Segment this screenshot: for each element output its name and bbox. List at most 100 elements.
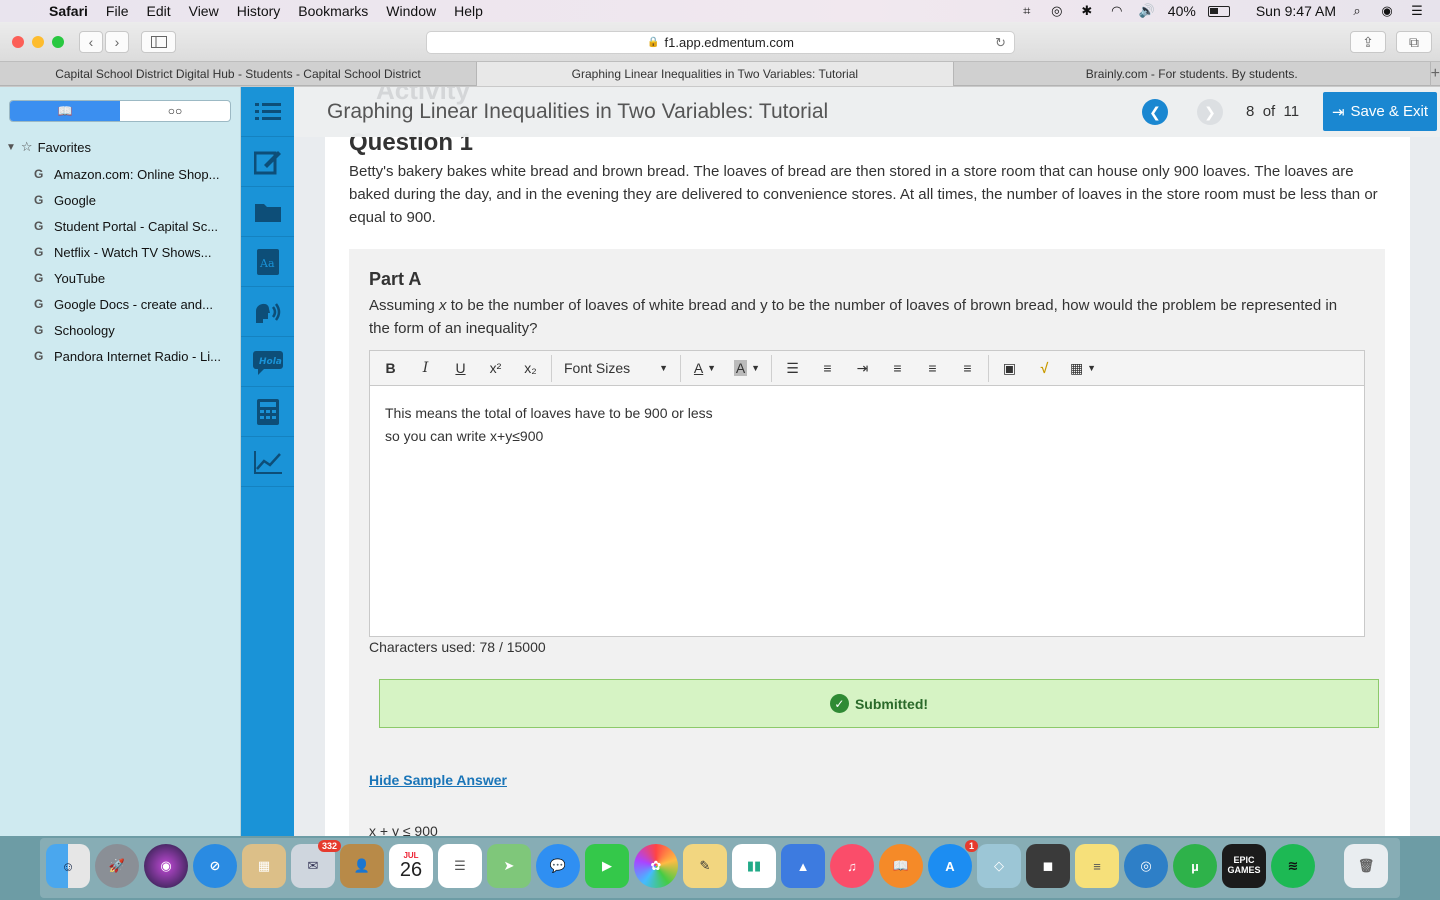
photos-icon[interactable]: ✿ <box>634 844 678 888</box>
menu-history[interactable]: History <box>228 3 290 19</box>
keynote-icon[interactable]: ▲ <box>781 844 825 888</box>
indent-button[interactable]: ⇥ <box>846 355 879 382</box>
minimize-window-button[interactable] <box>32 36 44 48</box>
safari-icon[interactable]: ⊘ <box>193 844 237 888</box>
graphing-tool-button[interactable] <box>241 437 294 487</box>
underline-button[interactable]: U <box>444 355 477 382</box>
calendar-icon[interactable]: JUL 26 <box>389 844 433 888</box>
contacts-icon[interactable]: 👤 <box>340 844 384 888</box>
highlight-color-button[interactable]: A ▼ <box>727 355 767 382</box>
forward-button[interactable]: › <box>105 31 129 53</box>
bookmark-item[interactable]: G Pandora Internet Radio - Li... <box>34 343 221 369</box>
bookmark-item[interactable]: G Netflix - Watch TV Shows... <box>34 239 221 265</box>
address-bar[interactable]: 🔒 f1.app.edmentum.com ↻ <box>426 31 1015 54</box>
equation-editor-button[interactable]: √ <box>1028 355 1061 382</box>
messages-icon[interactable]: 💬 <box>536 844 580 888</box>
epic-games-icon[interactable]: EPIC GAMES <box>1222 844 1266 888</box>
screenshot-icon[interactable]: ◎ <box>1124 844 1168 888</box>
subscript-button[interactable]: x₂ <box>514 355 547 382</box>
favorites-folder[interactable]: ▼ ☆ Favorites <box>6 139 91 155</box>
share-button[interactable]: ⇪ <box>1350 31 1386 53</box>
vpn-icon[interactable]: ◎ <box>1048 3 1066 19</box>
menu-view[interactable]: View <box>180 3 228 19</box>
bookmark-item[interactable]: G Amazon.com: Online Shop... <box>34 161 221 187</box>
bullet-list-button[interactable]: ☰ <box>776 355 809 382</box>
close-window-button[interactable] <box>12 36 24 48</box>
utorrent-icon[interactable]: µ <box>1173 844 1217 888</box>
bookmark-item[interactable]: G Student Portal - Capital Sc... <box>34 213 221 239</box>
notes-button[interactable] <box>241 137 294 187</box>
photo-booth-icon[interactable]: ◼ <box>1026 844 1070 888</box>
clock[interactable]: Sun 9:47 AM <box>1256 3 1336 19</box>
ibooks-icon[interactable]: 📖 <box>879 844 923 888</box>
roblox-icon[interactable]: ◇ <box>977 844 1021 888</box>
align-right-button[interactable]: ≡ <box>951 355 984 382</box>
notes-memo-icon[interactable]: ✎ <box>683 844 727 888</box>
text-color-button[interactable]: A ▼ <box>685 355 725 382</box>
volume-icon[interactable]: 🔊 <box>1138 3 1156 19</box>
insert-image-button[interactable]: ▣ <box>993 355 1026 382</box>
menu-edit[interactable]: Edit <box>137 3 179 19</box>
sidebar-toggle-button[interactable] <box>141 31 176 53</box>
finder-icon[interactable]: ☺ <box>46 844 90 888</box>
tab-capital-school-district[interactable]: Capital School District Digital Hub - St… <box>0 62 477 86</box>
menu-help[interactable]: Help <box>445 3 492 19</box>
hide-sample-answer-link[interactable]: Hide Sample Answer <box>369 772 507 788</box>
calculator-button[interactable] <box>241 387 294 437</box>
calculator-icon[interactable]: ▦ <box>242 844 286 888</box>
numbered-list-button[interactable]: ≡ <box>811 355 844 382</box>
align-center-button[interactable]: ≡ <box>916 355 949 382</box>
itunes-icon[interactable]: ♫ <box>830 844 874 888</box>
stickies-icon[interactable]: ≡ <box>1075 844 1119 888</box>
mail-icon[interactable]: ✉ 332 <box>291 840 341 888</box>
bookmark-item[interactable]: G Schoology <box>34 317 221 343</box>
battery-icon[interactable] <box>1207 5 1230 17</box>
reading-list-tab[interactable]: ○○ <box>120 101 230 121</box>
glossary-button[interactable]: Aa <box>241 237 294 287</box>
answer-text-area[interactable]: This means the total of loaves have to b… <box>370 386 1364 464</box>
app-store-icon[interactable]: A1 <box>928 840 978 888</box>
numbers-icon[interactable]: ▮▮ <box>732 844 776 888</box>
files-button[interactable] <box>241 187 294 237</box>
font-sizes-select[interactable]: Font Sizes ▼ <box>556 355 676 382</box>
previous-page-button[interactable]: ❮ <box>1142 99 1168 125</box>
bookmark-item[interactable]: G YouTube <box>34 265 221 291</box>
spotlight-search-icon[interactable]: ⌕ <box>1348 3 1366 19</box>
translation-button[interactable]: Hola <box>241 337 294 387</box>
insert-table-button[interactable]: ▦ ▼ <box>1063 355 1103 382</box>
italic-button[interactable]: I <box>409 355 442 382</box>
save-exit-button[interactable]: ⇥ Save & Exit <box>1323 92 1437 131</box>
wifi-icon[interactable]: ◠ <box>1108 3 1126 19</box>
reminders-icon[interactable]: ☰ <box>438 844 482 888</box>
bluetooth-icon[interactable]: ✱ <box>1078 3 1096 19</box>
malwarebytes-icon[interactable]: ⌗ <box>1018 3 1036 19</box>
facetime-icon[interactable]: ▶ <box>585 844 629 888</box>
siri-icon[interactable]: ◉ <box>1378 3 1396 19</box>
superscript-button[interactable]: x² <box>479 355 512 382</box>
new-tab-button[interactable]: + <box>1431 62 1440 85</box>
zoom-window-button[interactable] <box>52 36 64 48</box>
next-page-button[interactable]: ❯ <box>1197 99 1223 125</box>
back-button[interactable]: ‹ <box>79 31 103 53</box>
menu-app-safari[interactable]: Safari <box>40 3 97 19</box>
bookmark-item[interactable]: G Google <box>34 187 221 213</box>
reload-icon[interactable]: ↻ <box>995 35 1006 51</box>
show-tabs-button[interactable]: ⧉ <box>1396 31 1432 53</box>
spotify-icon[interactable]: ≋ <box>1271 844 1315 888</box>
menu-file[interactable]: File <box>97 3 138 19</box>
siri-icon[interactable]: ◉ <box>144 844 188 888</box>
table-of-contents-button[interactable] <box>241 87 294 137</box>
tab-brainly[interactable]: Brainly.com - For students. By students. <box>954 62 1431 86</box>
bookmarks-tab[interactable]: 📖 <box>10 101 120 121</box>
trash-icon[interactable]: 🗑 <box>1344 844 1388 888</box>
battery-percent[interactable]: 40% <box>1168 3 1196 19</box>
tab-edmentum-tutorial[interactable]: Graphing Linear Inequalities in Two Vari… <box>476 62 954 86</box>
align-left-button[interactable]: ≡ <box>881 355 914 382</box>
notification-center-icon[interactable]: ☰ <box>1408 3 1426 19</box>
disclosure-triangle-icon[interactable]: ▼ <box>6 142 16 153</box>
bold-button[interactable]: B <box>374 355 407 382</box>
menu-window[interactable]: Window <box>377 3 445 19</box>
maps-icon[interactable]: ➤ <box>487 844 531 888</box>
menu-bookmarks[interactable]: Bookmarks <box>289 3 377 19</box>
launchpad-icon[interactable]: 🚀 <box>95 844 139 888</box>
